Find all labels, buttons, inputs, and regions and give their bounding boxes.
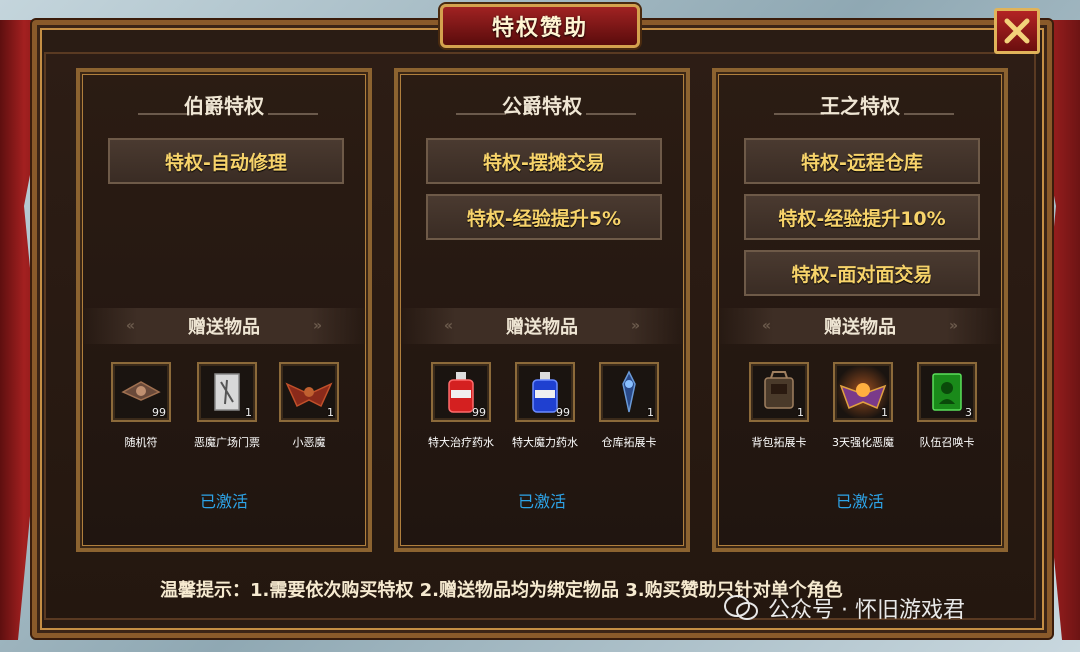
privilege-stall-trade-button[interactable]: 特权-摆摊交易 (426, 138, 662, 184)
close-button[interactable] (994, 8, 1040, 54)
item-count: 99 (472, 406, 486, 419)
activated-status[interactable]: 已激活 (398, 488, 686, 512)
item-slot[interactable]: 1 (197, 362, 257, 422)
wechat-icon (724, 595, 758, 621)
ornament-right-icon (904, 102, 954, 115)
arrow-right-icon: » (312, 318, 322, 334)
item-name: 队伍召唤卡 (919, 436, 975, 449)
gift-label: 赠送物品 (188, 317, 260, 338)
activated-status[interactable]: 已激活 (716, 488, 1004, 512)
panel-duke-privilege: 公爵特权 特权-摆摊交易 特权-经验提升5% « 赠送物品 » 99 特大治疗药… (394, 68, 690, 552)
item-count: 99 (152, 406, 166, 419)
gift-item[interactable]: 3 队伍召唤卡 (904, 362, 990, 450)
privilege-exp-10-button[interactable]: 特权-经验提升10% (744, 194, 980, 240)
item-slot[interactable]: 3 (917, 362, 977, 422)
item-name: 仓库拓展卡 (601, 436, 657, 449)
item-count: 1 (797, 406, 804, 419)
gift-item[interactable]: 1 仓库拓展卡 (586, 362, 672, 450)
panel-title: 王之特权 (820, 94, 900, 118)
item-name: 特大魔力药水 (512, 436, 578, 449)
privilege-face-trade-button[interactable]: 特权-面对面交易 (744, 250, 980, 296)
arrow-left-icon: « (126, 318, 136, 334)
privilege-auto-repair-button[interactable]: 特权-自动修理 (108, 138, 344, 184)
gift-item[interactable]: 1 3天强化恶魔 (820, 362, 906, 450)
item-count: 1 (881, 406, 888, 419)
gift-item[interactable]: 1 恶魔广场门票 (184, 362, 270, 450)
item-slot[interactable]: 1 (749, 362, 809, 422)
gift-header: « 赠送物品 » (716, 308, 1004, 344)
panel-title: 公爵特权 (502, 94, 582, 118)
arrow-right-icon: » (948, 318, 958, 334)
activated-status[interactable]: 已激活 (80, 488, 368, 512)
watermark: 公众号 · 怀旧游戏君 (724, 592, 965, 624)
item-count: 1 (327, 406, 334, 419)
item-count: 3 (965, 406, 972, 419)
gift-label: 赠送物品 (506, 317, 578, 338)
item-count: 1 (647, 406, 654, 419)
arrow-left-icon: « (444, 318, 454, 334)
item-slot[interactable]: 1 (833, 362, 893, 422)
privilege-exp-5-button[interactable]: 特权-经验提升5% (426, 194, 662, 240)
arrow-right-icon: » (630, 318, 640, 334)
gift-item[interactable]: 1 背包拓展卡 (736, 362, 822, 450)
item-name: 小恶魔 (292, 436, 326, 449)
gift-item[interactable]: 99 特大治疗药水 (418, 362, 504, 450)
item-name: 特大治疗药水 (428, 436, 494, 449)
gift-label: 赠送物品 (824, 317, 896, 338)
panel-king-privilege: 王之特权 特权-远程仓库 特权-经验提升10% 特权-面对面交易 « 赠送物品 … (712, 68, 1008, 552)
item-count: 1 (245, 406, 252, 419)
watermark-text: 公众号 · 怀旧游戏君 (768, 598, 965, 623)
item-slot[interactable]: 99 (515, 362, 575, 422)
item-count: 99 (556, 406, 570, 419)
item-slot[interactable]: 99 (111, 362, 171, 422)
item-slot[interactable]: 99 (431, 362, 491, 422)
gift-header: « 赠送物品 » (80, 308, 368, 344)
item-name: 随机符 (124, 436, 158, 449)
arrow-left-icon: « (762, 318, 772, 334)
panel-title: 伯爵特权 (184, 94, 264, 118)
privilege-remote-warehouse-button[interactable]: 特权-远程仓库 (744, 138, 980, 184)
ornament-right-icon (586, 102, 636, 115)
ornament-right-icon (268, 102, 318, 115)
gift-item[interactable]: 99 随机符 (98, 362, 184, 450)
item-slot[interactable]: 1 (279, 362, 339, 422)
item-name: 3天强化恶魔 (832, 436, 894, 449)
item-slot[interactable]: 1 (599, 362, 659, 422)
gift-header: « 赠送物品 » (398, 308, 686, 344)
gift-item[interactable]: 99 特大魔力药水 (502, 362, 588, 450)
panel-count-privilege: 伯爵特权 特权-自动修理 « 赠送物品 » 99 随机符 1 恶魔广场门票 1 … (76, 68, 372, 552)
item-name: 背包拓展卡 (751, 436, 807, 449)
item-name: 恶魔广场门票 (194, 436, 260, 449)
gift-item[interactable]: 1 小恶魔 (266, 362, 352, 450)
close-icon (1004, 18, 1030, 44)
dialog-title: 特权赞助 (440, 4, 640, 48)
